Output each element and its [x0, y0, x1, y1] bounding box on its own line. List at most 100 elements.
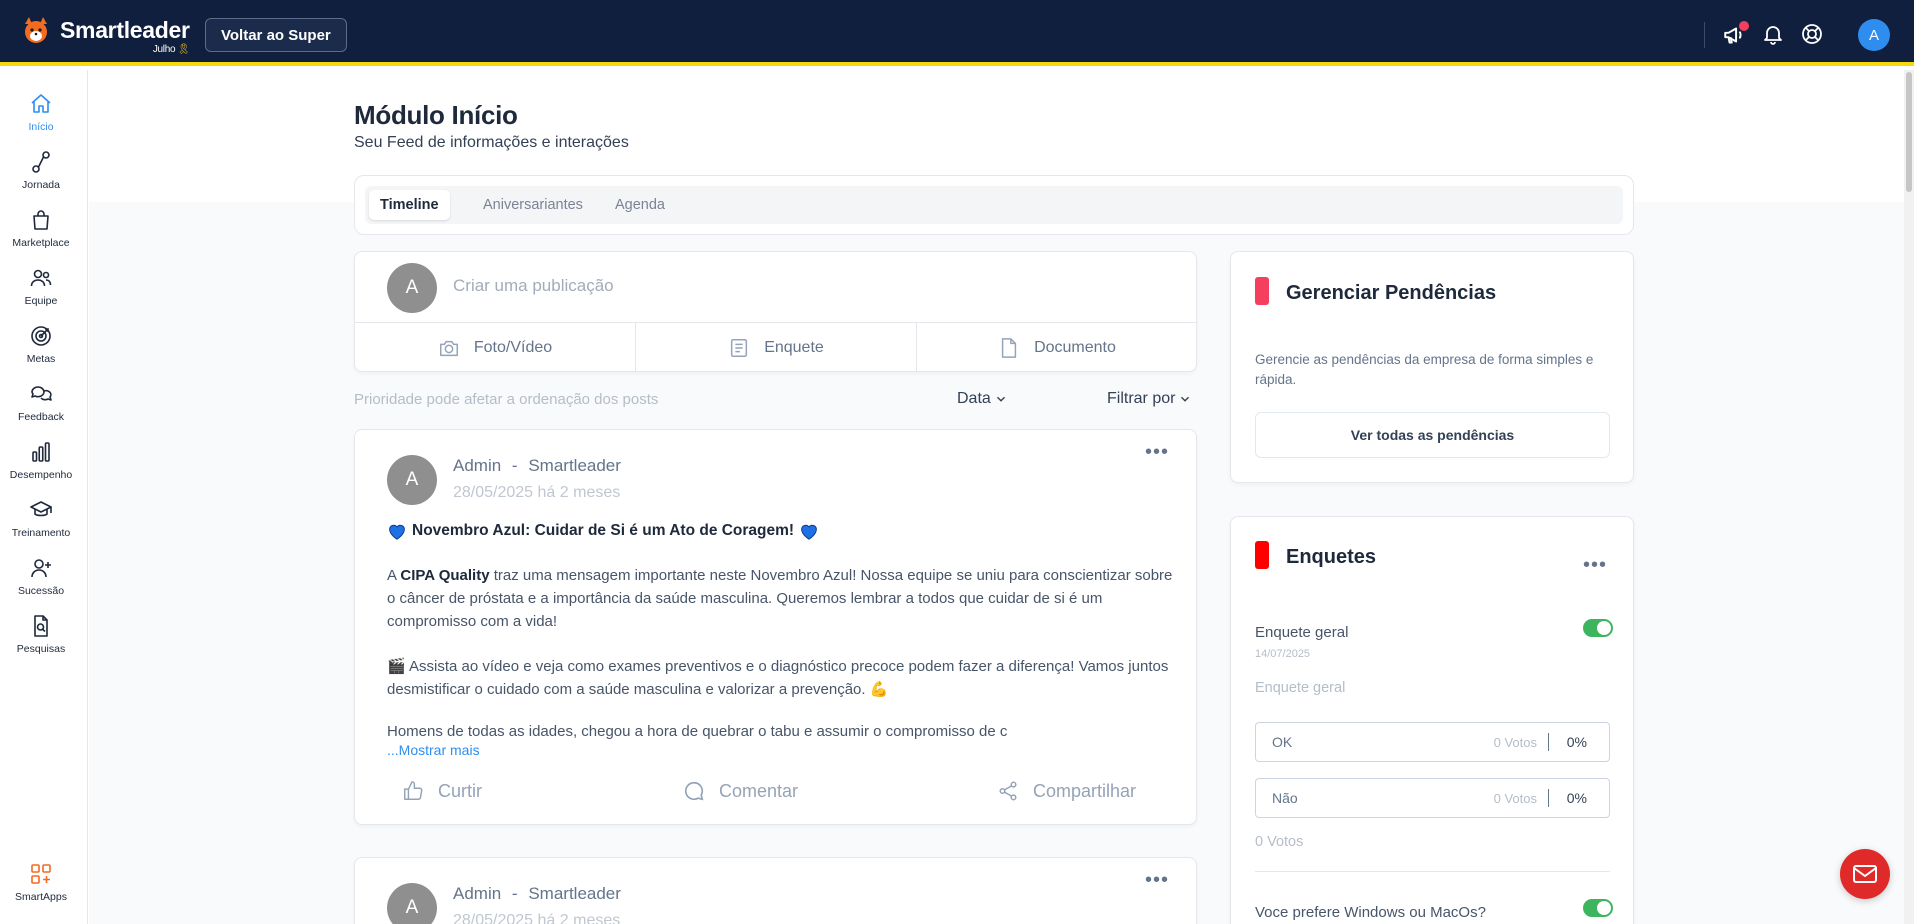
comment-bubble-icon	[684, 781, 704, 801]
sort-label: Data	[957, 390, 991, 407]
sidebar-item-label: Sucessão	[17, 585, 65, 597]
post-author[interactable]: Admin - Smartleader	[453, 884, 621, 904]
file-search-icon	[34, 615, 48, 637]
back-to-super-button[interactable]: Voltar ao Super	[205, 18, 347, 52]
scrollbar-thumb[interactable]	[1906, 72, 1912, 192]
sidebar-item-sucessao[interactable]: Sucessão	[0, 556, 82, 597]
users-icon	[30, 269, 52, 287]
compose-input[interactable]: Criar uma publicação	[453, 276, 614, 296]
pendencias-accent-flag	[1255, 277, 1269, 305]
sort-by-date-dropdown[interactable]: Data	[957, 390, 1008, 408]
page-subtitle: Seu Feed de informações e interações	[354, 134, 629, 151]
filter-label: Filtrar por	[1107, 390, 1176, 407]
sidebar-item-label: Desempenho	[9, 469, 73, 481]
post-author-name: Admin	[453, 884, 502, 903]
tab-agenda[interactable]: Agenda	[604, 190, 676, 220]
document-icon	[1001, 337, 1017, 358]
route-icon	[32, 151, 50, 173]
poll-active-toggle[interactable]	[1583, 619, 1613, 637]
top-bar: Smartleader Julho 🎗 Voltar ao Super A	[0, 0, 1914, 66]
post-paragraph-3: Homens de todas as idades, chegou a hora…	[387, 723, 1008, 740]
comment-label: Comentar	[719, 780, 799, 801]
pendencias-title: Gerenciar Pendências	[1286, 282, 1497, 304]
add-photo-video-button[interactable]: Foto/Vídeo	[355, 323, 636, 372]
chevron-down-icon	[996, 396, 1005, 402]
add-document-label: Documento	[1034, 338, 1116, 356]
add-document-button[interactable]: Documento	[917, 323, 1197, 372]
post-company: Smartleader	[528, 456, 621, 475]
post-author-separator: -	[511, 884, 518, 903]
post-author-name: Admin	[453, 456, 502, 475]
header-divider	[1704, 22, 1705, 48]
page-scrollbar[interactable]	[1904, 70, 1914, 924]
brand-name: Smartleader	[60, 16, 190, 43]
post-more-options-icon[interactable]: •••	[1145, 870, 1169, 890]
poll-option-percent: 0%	[1566, 734, 1587, 750]
post-highlight: CIPA Quality	[400, 567, 490, 584]
view-all-pendencias-button[interactable]: Ver todas as pendências	[1255, 412, 1610, 458]
shopping-bag-icon	[33, 210, 49, 230]
post-paragraph-1: A CIPA Quality traz uma mensagem importa…	[387, 567, 1173, 630]
poll-date: 14/07/2025	[1255, 648, 1311, 660]
poll-option-divider	[1548, 789, 1549, 807]
poll-option-divider	[1548, 733, 1549, 751]
help-lifebuoy-icon[interactable]	[1800, 22, 1826, 48]
mail-icon	[1853, 865, 1877, 883]
poll-question: Enquete geral	[1255, 680, 1346, 696]
add-poll-button[interactable]: Enquete	[636, 323, 917, 372]
sidebar-item-jornada[interactable]: Jornada	[0, 150, 82, 191]
sidebar-item-equipe[interactable]: Equipe	[0, 266, 82, 307]
poll-option[interactable]: OK 0 Votos 0%	[1255, 722, 1610, 762]
camera-icon	[439, 340, 458, 356]
like-button[interactable]: Curtir	[402, 780, 482, 802]
sidebar-item-label: Equipe	[24, 295, 58, 307]
post-more-options-icon[interactable]: •••	[1145, 442, 1169, 462]
blue-heart-icon	[389, 524, 405, 540]
show-more-link[interactable]: ...Mostrar mais	[387, 742, 480, 758]
sidebar-item-desempenho[interactable]: Desempenho	[0, 440, 82, 481]
notification-dot	[1739, 21, 1749, 31]
post-author-separator: -	[511, 456, 518, 475]
post-author[interactable]: Admin - Smartleader	[453, 456, 621, 476]
megaphone-icon[interactable]	[1722, 21, 1749, 48]
sidebar-item-pesquisas[interactable]: Pesquisas	[0, 614, 82, 655]
post-title-row: Novembro Azul: Cuidar de Si é um Ato de …	[387, 522, 824, 540]
poll-name: Enquete geral	[1255, 624, 1349, 641]
brand-logo[interactable]: Smartleader Julho 🎗	[18, 14, 190, 54]
sidebar-item-label: Metas	[26, 353, 56, 365]
filter-dropdown[interactable]: Filtrar por	[1107, 390, 1192, 408]
tab-aniversariantes[interactable]: Aniversariantes	[472, 190, 594, 220]
sidebar-item-inicio[interactable]: Início	[0, 92, 82, 133]
sidebar: Início Jornada Marketplace Equipe Metas …	[0, 70, 88, 924]
contact-mail-button[interactable]	[1840, 849, 1890, 899]
sidebar-item-marketplace[interactable]: Marketplace	[0, 208, 82, 249]
poll-active-toggle[interactable]	[1583, 899, 1613, 917]
chat-bubbles-icon	[31, 386, 52, 401]
poll-option-label: OK	[1272, 734, 1293, 750]
tab-bar: Timeline Aniversariantes Agenda	[354, 175, 1634, 235]
sidebar-item-feedback[interactable]: Feedback	[0, 382, 82, 423]
sidebar-item-metas[interactable]: Metas	[0, 324, 82, 365]
sidebar-item-treinamento[interactable]: Treinamento	[0, 498, 82, 539]
ribbon-icon: 🎗	[177, 43, 190, 55]
comment-button[interactable]: Comentar	[683, 780, 798, 802]
sidebar-item-label: SmartApps	[15, 891, 67, 903]
poll-icon	[731, 338, 748, 357]
poll-option[interactable]: Não 0 Votos 0%	[1255, 778, 1610, 818]
pendencias-card: Gerenciar Pendências Gerencie as pendênc…	[1230, 251, 1634, 483]
poll-name: Voce prefere Windows ou MacOs?	[1255, 904, 1486, 921]
bell-icon[interactable]	[1761, 22, 1787, 48]
chevron-down-icon	[1181, 396, 1190, 402]
enquetes-more-options-icon[interactable]: •••	[1583, 555, 1607, 575]
tab-timeline[interactable]: Timeline	[369, 190, 450, 220]
sidebar-item-label: Jornada	[22, 179, 60, 191]
share-button[interactable]: Compartilhar	[997, 780, 1136, 802]
like-label: Curtir	[438, 780, 482, 801]
post-card: A Admin - Smartleader 28/05/2025 há 2 me…	[354, 857, 1197, 924]
thumbs-up-icon	[404, 781, 423, 800]
post-paragraph-2: 🎬 Assista ao vídeo e veja como exames pr…	[387, 658, 1169, 698]
sidebar-item-smartapps[interactable]: SmartApps	[0, 862, 82, 903]
user-avatar[interactable]: A	[1858, 19, 1890, 51]
pendencias-description: Gerencie as pendências da empresa de for…	[1255, 352, 1594, 387]
priority-note: Prioridade pode afetar a ordenação dos p…	[354, 391, 659, 408]
